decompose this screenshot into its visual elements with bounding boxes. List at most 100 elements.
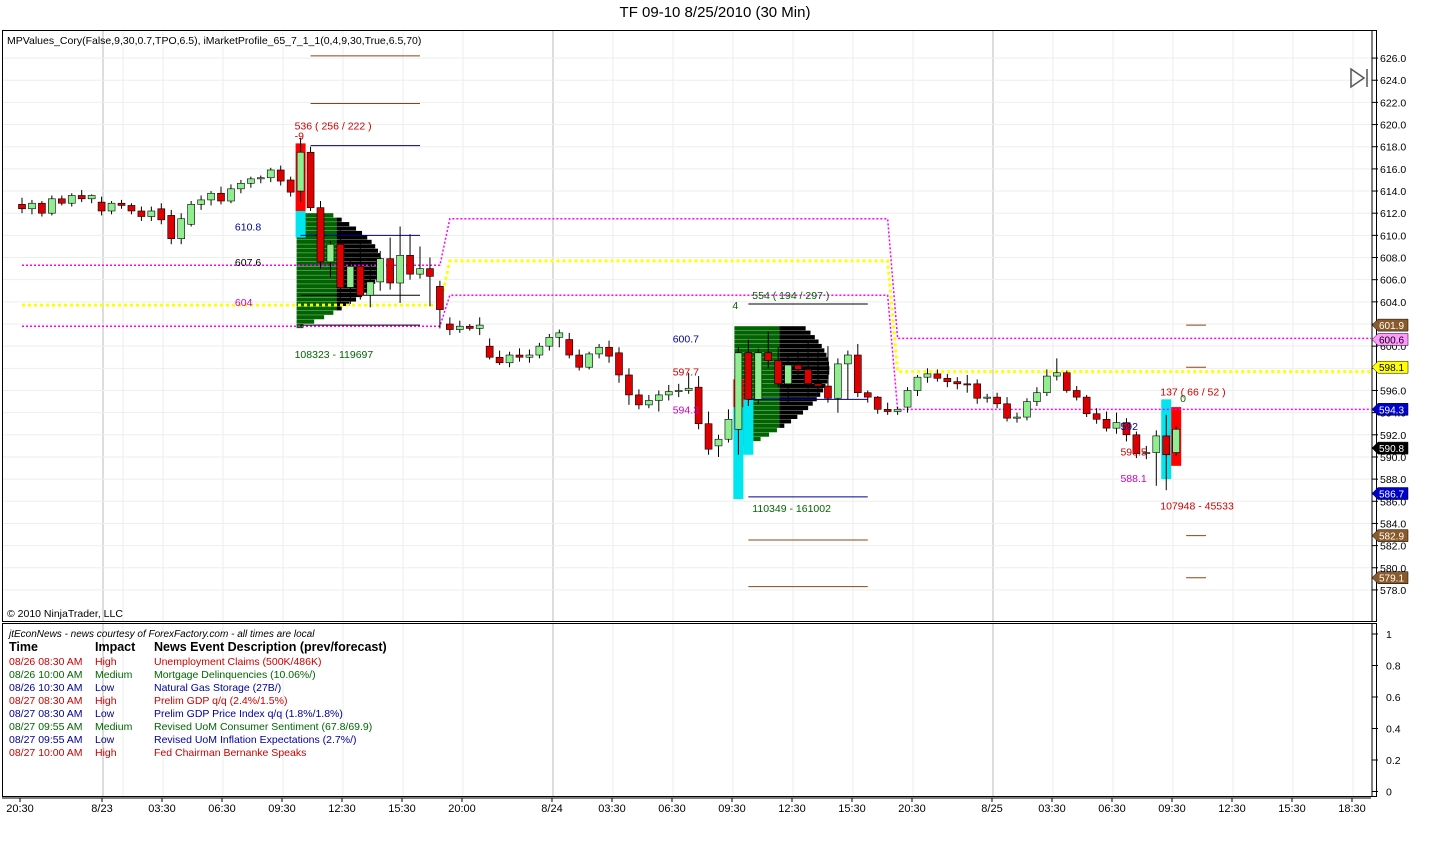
profile-row-tail: [779, 352, 827, 357]
tpo-column: [743, 399, 754, 455]
candle-body: [346, 266, 355, 288]
candle-110: [1112, 412, 1121, 434]
profile-row-tail: [779, 388, 824, 393]
candle-68: [694, 376, 703, 430]
candle-body: [67, 195, 76, 204]
profile-row-tail: [779, 357, 828, 362]
news-tick-label-3: 0.4: [1386, 724, 1401, 736]
candle-7: [87, 194, 96, 204]
news-time: 08/26 10:00 AM: [9, 669, 83, 681]
candle-98: [993, 392, 1001, 409]
candle-body: [1112, 422, 1121, 429]
candle-17: [187, 201, 195, 227]
candle-body: [455, 325, 464, 330]
candle-body: [366, 281, 375, 296]
candle-body: [396, 255, 404, 284]
price-marker-1: 600.6: [1371, 333, 1409, 347]
candle-body: [446, 323, 454, 330]
y-tick-label-8: 610.0: [1380, 230, 1406, 242]
news-desc: Natural Gas Storage (27B/): [154, 682, 282, 694]
candle-body: [247, 178, 255, 184]
candle-90: [913, 374, 922, 397]
chart-annotation-4: 604: [235, 297, 253, 309]
candle-48: [495, 350, 504, 365]
candle-43: [446, 317, 454, 336]
y-tick-label-6: 614.0: [1380, 186, 1406, 198]
news-impact: Medium: [95, 721, 133, 733]
candle-body: [1102, 418, 1111, 429]
price-marker-5: 586.7: [1371, 487, 1409, 501]
play-icon[interactable]: [1348, 67, 1372, 89]
candle-108: [1092, 408, 1101, 424]
price-marker-0: 601.9: [1371, 318, 1409, 332]
profile-row-tail: [336, 235, 368, 240]
y-tick-label-11: 604.0: [1380, 297, 1406, 309]
news-time: 08/27 10:00 AM: [9, 747, 83, 759]
price-marker-2: 598.1: [1371, 360, 1409, 374]
price-marker-label: 601.9: [1379, 321, 1404, 332]
candle-body: [1162, 435, 1171, 456]
candle-body: [306, 151, 315, 208]
candle-19: [207, 191, 215, 206]
news-row: 08/27 10:00 AM High Fed Chairman Bernanke …: [9, 747, 314, 760]
candle-body: [654, 394, 663, 401]
profile-row-tail: [336, 222, 350, 227]
candle-body: [217, 192, 225, 202]
candle-body: [227, 188, 235, 202]
chart-annotation-7: 4: [732, 300, 738, 312]
candle-body: [704, 423, 713, 450]
news-time: 08/27 09:55 AM: [9, 721, 83, 733]
x-tick-label-12: 12:30: [778, 803, 806, 815]
candle-body: [983, 396, 991, 399]
candle-body: [605, 346, 613, 357]
x-tick-label-10: 06:30: [658, 803, 686, 815]
news-impact: High: [95, 656, 117, 668]
price-marker-label: 594.3: [1379, 405, 1404, 416]
profile-row: [296, 319, 315, 324]
candle-body: [794, 364, 802, 370]
candle-83: [844, 350, 852, 400]
x-tick-label-7: 20:00: [448, 803, 476, 815]
profile-row: [296, 306, 337, 311]
candle-body: [237, 182, 245, 190]
candle-37: [386, 237, 394, 290]
price-panel[interactable]: 626.0 624.0 622.0 620.0 618.0 616.0 614.0 612.0…: [2, 30, 1409, 622]
candle-85: [863, 390, 872, 403]
profile-row-tail: [779, 343, 822, 349]
candle-52: [535, 342, 544, 359]
header-time: Time: [9, 640, 38, 654]
candle-body: [1013, 416, 1021, 419]
candle-107: [1082, 394, 1091, 418]
candle-body: [127, 205, 136, 212]
chart-annotation-16: 588.1: [1120, 473, 1146, 485]
candle-body: [1092, 413, 1101, 420]
news-time: 08/26 08:30 AM: [9, 656, 83, 668]
candle-51: [525, 349, 534, 363]
candle-body: [565, 339, 574, 356]
chart-annotation-13: 0: [1180, 393, 1186, 405]
profile-row: [296, 315, 325, 320]
price-marker-label: 582.9: [1379, 532, 1404, 543]
candle-8: [97, 196, 106, 216]
candle-106: [1072, 386, 1081, 401]
candle-54: [555, 329, 564, 348]
candle-50: [515, 348, 524, 362]
candle-109: [1102, 411, 1111, 432]
y-tick-label-0: 626.0: [1380, 53, 1406, 65]
x-tick-label-3: 06:30: [208, 803, 236, 815]
candle-body: [873, 396, 882, 410]
candle-body: [257, 177, 265, 180]
candle-body: [1023, 401, 1031, 418]
profile-row: [734, 343, 780, 349]
chart-annotation-1: -9: [295, 131, 304, 143]
y-tick-label-5: 616.0: [1380, 164, 1406, 176]
profile-row-tail: [336, 217, 342, 222]
x-tick-label-18: 09:30: [1158, 803, 1186, 815]
candle-body: [993, 396, 1001, 405]
profile-row-tail: [336, 226, 357, 231]
profile-row-tail: [779, 423, 785, 428]
y-tick-label-2: 622.0: [1380, 97, 1406, 109]
news-row: 08/27 09:55 AM Medium Revised UoM Consumer…: [9, 721, 372, 734]
candle-82: [834, 358, 842, 413]
candle-body: [903, 390, 912, 408]
